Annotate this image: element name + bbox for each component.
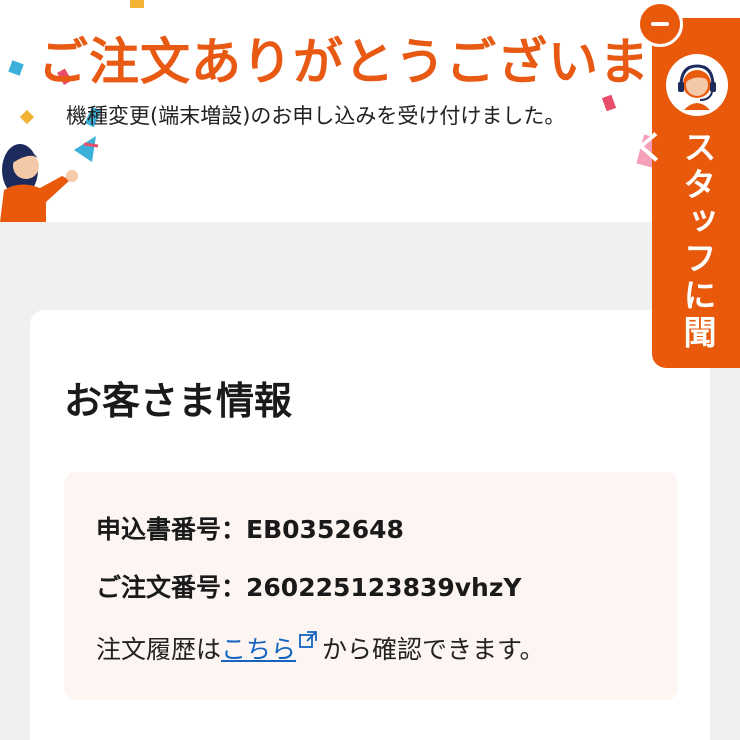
page-subtitle: 機種変更(端末増設)のお申し込みを受け付けました。 [66,104,566,128]
order-number-label: ご注文番号： [96,573,247,602]
application-number-label: 申込書番号： [96,515,247,544]
headset-operator-icon [666,54,728,116]
ask-staff-label: スタッフに聞く [628,130,717,352]
order-number-row: ご注文番号：260225123839vhzY [96,568,522,604]
page-title: ご注文ありがとうございます [38,33,701,91]
application-number-row: 申込書番号：EB0352648 [96,510,404,546]
order-number-value: 260225123839vhzY [246,573,522,602]
woman-illustration [0,144,78,222]
customer-info-card: お客さま情報 申込書番号：EB0352648 ご注文番号：26022512383… [30,310,710,740]
external-link-icon [299,631,317,648]
ask-staff-tab[interactable]: スタッフに聞く [628,18,740,368]
history-prefix: 注文履歴は [96,635,222,664]
order-info-box: 申込書番号：EB0352648 ご注文番号：260225123839vhzY 注… [64,472,678,700]
minus-icon [651,22,669,26]
order-history-link[interactable]: こちら [221,635,296,664]
customer-info-heading: お客さま情報 [64,379,293,423]
order-complete-page: ご注文ありがとうございます 機種変更(端末増設)のお申し込みを受け付けました。 … [0,0,740,740]
history-suffix: から確認できます。 [322,635,545,664]
hero-section: ご注文ありがとうございます 機種変更(端末増設)のお申し込みを受け付けました。 [0,0,740,222]
order-history-text: 注文履歴はこちら から確認できます。 [96,630,545,666]
application-number-value: EB0352648 [246,515,404,544]
minimize-staff-tab-button[interactable] [637,1,683,47]
